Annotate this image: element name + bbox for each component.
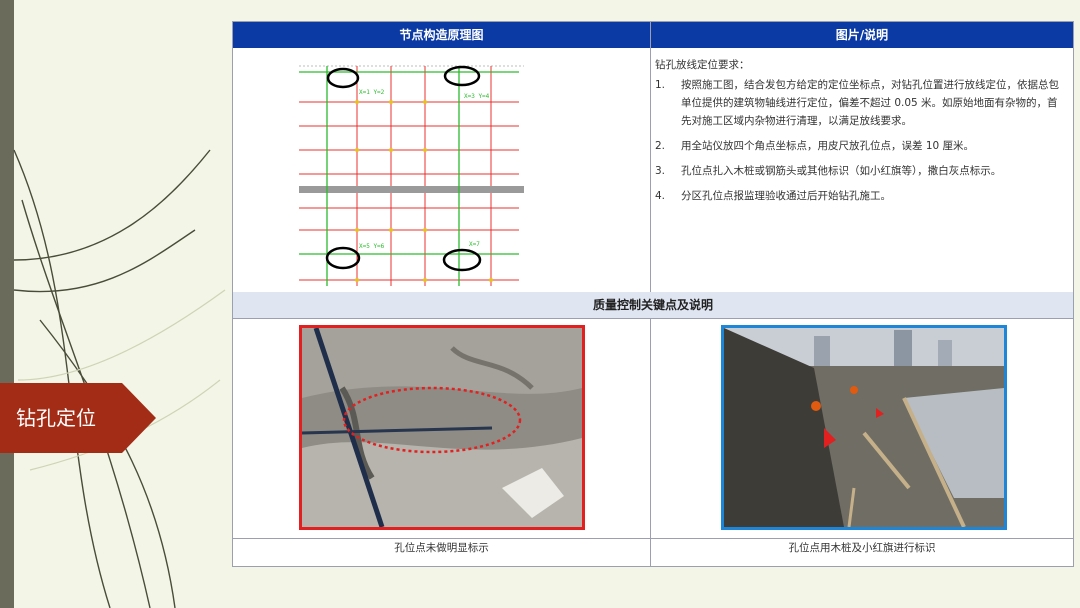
divider <box>233 538 1073 539</box>
requirement-item: 2. 用全站仪放四个角点坐标点，用皮尺放孔位点，误差 10 厘米。 <box>655 137 1060 155</box>
item-text: 分区孔位点报监理验收通过后开始钻孔施工。 <box>681 190 891 202</box>
item-number: 1. <box>655 79 666 91</box>
divider <box>650 22 651 292</box>
divider <box>233 318 1073 319</box>
positioning-requirements: 钻孔放线定位要求： 1. 按照施工图，结合发包方给定的定位坐标点，对钻孔位置进行… <box>655 56 1060 212</box>
item-text: 按照施工图，结合发包方给定的定位坐标点，对钻孔位置进行放线定位，依据总包单位提供… <box>681 79 1059 127</box>
header-left: 节点构造原理图 <box>233 22 650 48</box>
photo-marked-hole <box>721 325 1007 530</box>
svg-text:X=1 Y=2: X=1 Y=2 <box>359 89 385 96</box>
caption-left: 孔位点未做明显标示 <box>394 542 489 554</box>
header-right: 图片/说明 <box>651 22 1073 48</box>
construction-diagram: X=1 Y=2 X=3 Y=4 X=5 Y=6 X=7 <box>299 58 589 288</box>
requirement-item: 4. 分区孔位点报监理验收通过后开始钻孔施工。 <box>655 187 1060 205</box>
divider <box>650 318 651 566</box>
quality-control-header: 质量控制关键点及说明 <box>233 292 1073 318</box>
item-text: 孔位点扎入木桩或钢筋头或其他标识（如小红旗等），撒白灰点标示。 <box>681 165 1002 177</box>
requirements-title: 钻孔放线定位要求： <box>655 59 750 71</box>
decorative-curves <box>13 149 226 608</box>
requirement-item: 3. 孔位点扎入木桩或钢筋头或其他标识（如小红旗等），撒白灰点标示。 <box>655 162 1060 180</box>
item-number: 2. <box>655 140 666 152</box>
info-table: 节点构造原理图 图片/说明 X=1 Y=2 X=3 Y=4 X=5 Y=6 X=… <box>232 21 1074 567</box>
svg-text:X=3 Y=4: X=3 Y=4 <box>464 93 490 100</box>
svg-text:X=7: X=7 <box>469 241 480 248</box>
photo-unmarked-hole <box>299 325 585 530</box>
item-number: 3. <box>655 165 666 177</box>
caption-right: 孔位点用木桩及小红旗进行标识 <box>788 542 936 554</box>
item-text: 用全站仪放四个角点坐标点，用皮尺放孔位点，误差 10 厘米。 <box>681 140 975 152</box>
svg-text:X=5 Y=6: X=5 Y=6 <box>359 243 385 250</box>
requirement-item: 1. 按照施工图，结合发包方给定的定位坐标点，对钻孔位置进行放线定位，依据总包单… <box>655 76 1060 130</box>
item-number: 4. <box>655 190 666 202</box>
